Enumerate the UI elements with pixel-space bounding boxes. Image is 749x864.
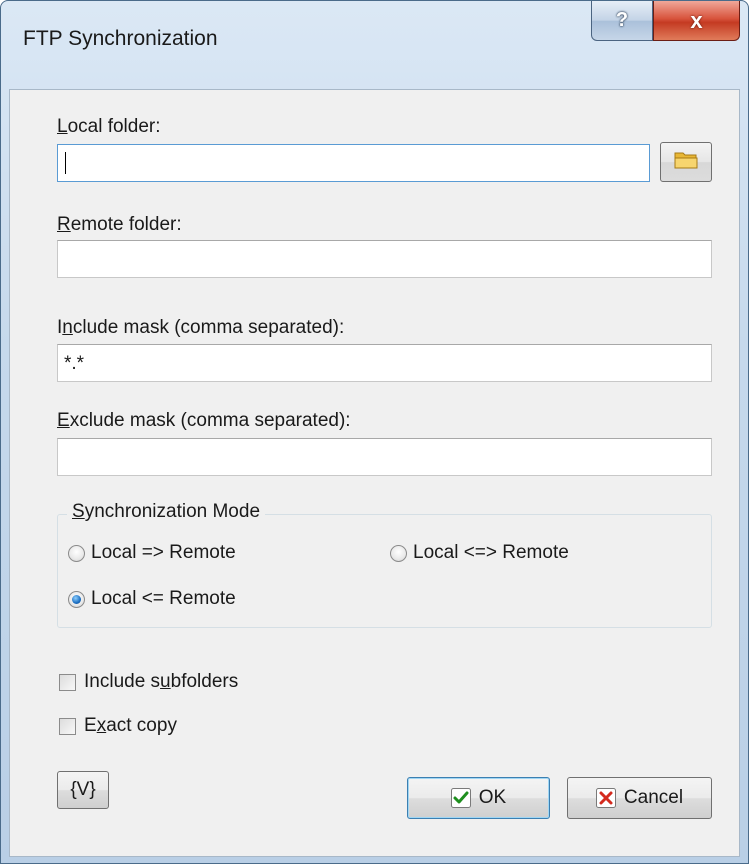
radio-button-selected-icon [68,590,85,608]
include-mask-input[interactable]: *.* [57,344,712,382]
cancel-button[interactable]: Cancel [567,777,712,819]
red-x-icon [595,788,616,808]
exclude-mask-input[interactable] [57,438,712,476]
close-icon: x [690,7,703,33]
sync-mode-group: Synchronization Mode Local => Remote Loc… [57,501,712,628]
ok-button[interactable]: OK [407,777,550,819]
checkmark-icon [450,788,471,808]
sync-mode-legend: Synchronization Mode [67,501,266,523]
include-subfolders-checkbox[interactable]: Include s u bfolders [59,671,238,693]
dialog-window: FTP Synchronization ? x Local folder: Re… [0,0,749,864]
radio-button-icon [68,544,85,562]
close-button[interactable]: x [653,1,740,41]
browse-folder-button[interactable] [660,142,712,182]
window-title: FTP Synchronization [23,27,218,50]
radio-remote-to-local[interactable]: Local <= Remote [68,588,236,610]
include-mask-label: Include mask (comma separated): [57,317,345,338]
variables-button[interactable]: {V} [57,771,109,809]
radio-bidirectional[interactable]: Local <=> Remote [390,542,569,564]
checkbox-icon [59,717,76,735]
exact-copy-checkbox[interactable]: Ex act copy [59,715,177,737]
title-bar[interactable]: FTP Synchronization ? x [1,1,748,89]
help-button[interactable]: ? [591,1,653,41]
local-folder-input[interactable] [57,144,650,182]
help-icon: ? [615,9,629,31]
exclude-mask-label: Exclude mask (comma separated): [57,410,351,431]
radio-local-to-remote[interactable]: Local => Remote [68,542,236,564]
local-folder-label: Local folder: [57,116,161,137]
remote-folder-input[interactable] [57,240,712,278]
folder-icon [674,150,698,175]
radio-button-icon [390,544,407,562]
text-caret [65,152,66,174]
checkbox-icon [59,673,76,691]
dialog-body: Local folder: Remote folder: Include mas… [9,89,740,857]
remote-folder-label: Remote folder: [57,214,182,235]
